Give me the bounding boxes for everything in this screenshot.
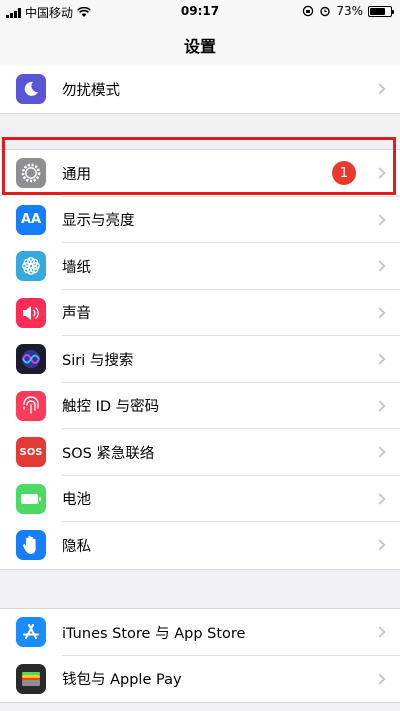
- rotation-lock-icon: [303, 5, 314, 17]
- fingerprint-icon: [16, 390, 46, 421]
- chevron-right-icon: [374, 626, 386, 638]
- settings-row-emergency-sos[interactable]: SOS SOS 紧急联络: [0, 429, 400, 476]
- hand-icon: [16, 530, 46, 561]
- row-label: iTunes Store 与 App Store: [62, 625, 246, 642]
- row-label: 隐私: [62, 538, 91, 555]
- chevron-right-icon: [374, 167, 386, 179]
- flower-icon: [16, 251, 46, 282]
- settings-row-touch-id-passcode[interactable]: 触控 ID 与密码: [0, 383, 400, 429]
- chevron-right-icon: [374, 493, 386, 505]
- row-label: 勿扰模式: [62, 82, 120, 99]
- moon-icon: [16, 74, 46, 105]
- settings-row-privacy[interactable]: 隐私: [0, 522, 400, 569]
- row-label: 声音: [62, 306, 91, 323]
- chevron-right-icon: [374, 673, 386, 685]
- status-right: 73%: [302, 4, 394, 18]
- status-bar: 中国移动 09:17 73%: [0, 0, 400, 22]
- settings-group-store: iTunes Store 与 App Store 钱包与 Apple Pay: [0, 608, 400, 703]
- settings-row-general[interactable]: 通用 1: [0, 150, 400, 197]
- settings-group-main: 通用 1 AA 显示与亮度 墙纸 声音 Siri 与搜索 触控 ID 与密码 S…: [0, 149, 400, 570]
- chevron-right-icon: [374, 83, 386, 95]
- chevron-right-icon: [374, 260, 386, 272]
- speaker-icon: [16, 297, 46, 328]
- settings-row-battery[interactable]: 电池: [0, 476, 400, 522]
- page-title: 设置: [183, 36, 216, 56]
- settings-group-top: 勿扰模式: [0, 66, 400, 114]
- row-label: Siri 与搜索: [62, 352, 134, 369]
- gear-icon: [16, 158, 46, 189]
- settings-row-wallpaper[interactable]: 墙纸: [0, 243, 400, 290]
- chevron-right-icon: [374, 400, 386, 412]
- settings-row-wallet-apple-pay[interactable]: 钱包与 Apple Pay: [0, 656, 400, 703]
- settings-row-display-brightness[interactable]: AA 显示与亮度: [0, 197, 400, 243]
- chevron-right-icon: [374, 353, 386, 365]
- row-label: 显示与亮度: [62, 213, 135, 230]
- sos-glyph: SOS: [19, 446, 43, 458]
- battery-icon: [368, 5, 394, 17]
- row-label: 通用: [62, 166, 91, 183]
- chevron-right-icon: [374, 539, 386, 551]
- row-label: 电池: [62, 492, 91, 509]
- siri-icon: [16, 344, 46, 375]
- row-label: 墙纸: [62, 259, 91, 276]
- text-size-icon: AA: [16, 204, 46, 235]
- text-size-glyph: AA: [20, 212, 42, 228]
- nav-bar: 设置: [0, 22, 400, 68]
- row-label: 触控 ID 与密码: [62, 399, 160, 416]
- row-label: SOS 紧急联络: [62, 445, 155, 462]
- chevron-right-icon: [374, 307, 386, 319]
- app-store-icon: [16, 617, 46, 648]
- battery-percent: 73%: [336, 4, 363, 18]
- chevron-right-icon: [374, 446, 386, 458]
- sos-icon: SOS: [16, 437, 46, 468]
- settings-row-itunes-app-store[interactable]: iTunes Store 与 App Store: [0, 609, 400, 656]
- alarm-icon: [320, 6, 331, 17]
- settings-row-sounds[interactable]: 声音: [0, 290, 400, 336]
- row-label: 钱包与 Apple Pay: [62, 672, 182, 689]
- chevron-right-icon: [374, 214, 386, 226]
- battery-level: [370, 7, 385, 15]
- notification-badge: 1: [332, 161, 356, 186]
- battery-icon: [16, 483, 46, 514]
- wallet-icon: [16, 663, 46, 694]
- settings-row-siri-search[interactable]: Siri 与搜索: [0, 336, 400, 383]
- settings-row-do-not-disturb[interactable]: 勿扰模式: [0, 66, 400, 113]
